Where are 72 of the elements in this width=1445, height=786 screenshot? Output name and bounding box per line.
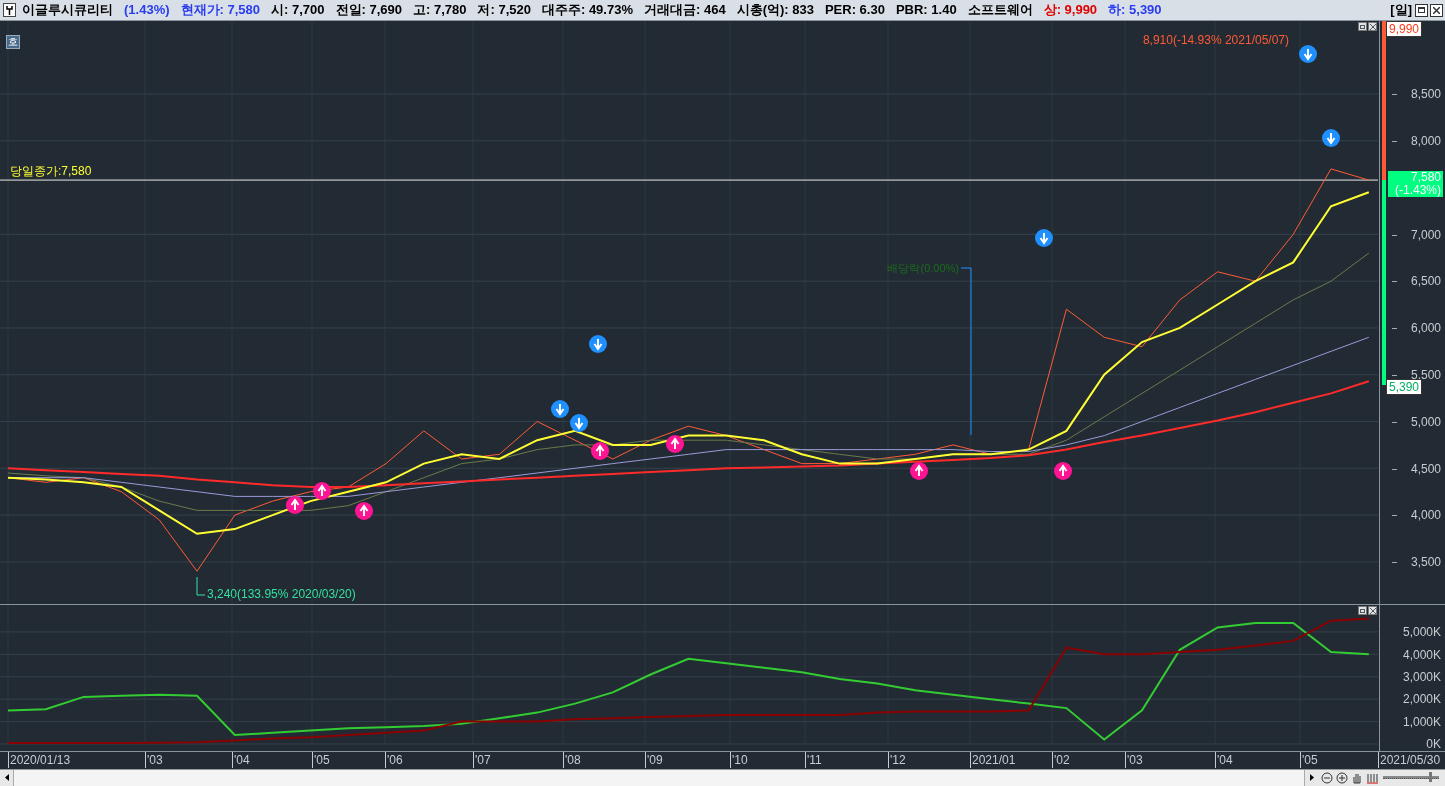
lower-limit-label: 5,390 <box>1386 379 1423 396</box>
axis-label: 8,500 <box>1410 86 1441 103</box>
low-price-label: 3,240(133.95% 2020/03/20) <box>207 587 356 602</box>
axis-label: 4,000 <box>1410 507 1441 524</box>
axis-label: 0K <box>1426 736 1441 753</box>
hand-icon[interactable] <box>1351 771 1363 784</box>
axis-label: 2021/01 <box>970 752 1016 769</box>
axis-label: '04 <box>1215 752 1233 769</box>
quote-field: 시: 7,700 <box>271 0 325 20</box>
axis-label: 2021/05/30 <box>1378 752 1441 769</box>
quote-field: PER: 6.30 <box>824 0 885 20</box>
axis-label: '04 <box>232 752 250 769</box>
quote-field: 전일: 7,690 <box>335 0 402 20</box>
quote-field: 상: 9,990 <box>1043 0 1098 20</box>
axis-label: '06 <box>385 752 403 769</box>
zoom-in-icon[interactable] <box>1336 771 1348 784</box>
stock-name: 이글루시큐리티 <box>22 1 113 20</box>
axis-label: 5,500 <box>1410 366 1441 382</box>
quote-field: 저: 7,520 <box>477 0 531 20</box>
bars-icon[interactable] <box>1366 771 1378 784</box>
quote-field: (1.43%) <box>124 0 170 20</box>
axis-label: 6,500 <box>1410 273 1441 290</box>
upper-limit-label: 9,990 <box>1386 21 1423 38</box>
axis-label: 5,000 <box>1410 413 1441 430</box>
axis-label: '08 <box>563 752 581 769</box>
axis-label: '05 <box>312 752 330 769</box>
axis-label: 3,500 <box>1410 554 1441 571</box>
axis-label: 4,000K <box>1402 646 1441 663</box>
quote-field: PBR: 1.40 <box>895 0 957 20</box>
axis-label: 3,000K <box>1402 668 1441 685</box>
quote-field: 하: 5,390 <box>1108 0 1162 20</box>
quote-field: 현재가: 7,580 <box>180 0 260 20</box>
restore-icon[interactable] <box>1415 3 1428 17</box>
axis-label: 2020/01/13 <box>8 752 71 769</box>
quote-field: 소프트웨어 <box>967 0 1033 20</box>
close-icon[interactable] <box>1368 606 1377 616</box>
close-icon[interactable] <box>1368 22 1377 32</box>
axis-label: 8,000 <box>1410 133 1441 149</box>
restore-icon[interactable] <box>1358 22 1367 32</box>
zoom-out-icon[interactable] <box>1321 771 1333 784</box>
leader-line <box>196 576 206 596</box>
axis-label: '07 <box>473 752 491 769</box>
axis-label: '05 <box>1300 752 1318 769</box>
axis-label: '02 <box>1052 752 1070 769</box>
axis-label: 2,000K <box>1402 691 1441 708</box>
axis-label: '10 <box>730 752 748 769</box>
close-icon[interactable] <box>1430 3 1443 17</box>
quote-field: 대주주: 49.73% <box>541 0 633 20</box>
change-rate-label: (-1.43%) <box>1395 184 1441 198</box>
left-arrow-icon <box>4 774 9 782</box>
mode-button[interactable]: 호 <box>6 35 20 50</box>
quote-field: 거래대금: 464 <box>644 0 726 20</box>
axis-label: 1,000K <box>1402 713 1441 730</box>
peak-price-label: 8,910(-14.93% 2021/05/07) <box>1142 33 1289 48</box>
period-label[interactable]: [일] <box>1390 0 1412 20</box>
axis-label: '12 <box>888 752 906 769</box>
axis-label: '11 <box>805 752 822 769</box>
axis-label: '03 <box>1125 752 1143 769</box>
quote-field: 시총(억): 833 <box>736 0 814 20</box>
axis-label: '03 <box>145 752 163 769</box>
axis-label: '09 <box>645 752 663 769</box>
current-price-label: 7,580 <box>1410 171 1441 185</box>
close-price-label: 당일종가:7,580 <box>10 164 92 179</box>
axis-label: 6,000 <box>1410 320 1441 337</box>
quote-field: 고: 7,780 <box>413 0 467 20</box>
axis-label: 4,500 <box>1410 460 1441 477</box>
dividend-label: 배당락(0.00%) <box>887 261 959 276</box>
restore-icon[interactable] <box>1358 606 1367 616</box>
axis-label: 5,000K <box>1402 624 1441 641</box>
axis-label: 7,000 <box>1410 226 1441 243</box>
right-arrow-icon <box>1309 774 1314 782</box>
wrench-icon[interactable] <box>3 3 16 18</box>
